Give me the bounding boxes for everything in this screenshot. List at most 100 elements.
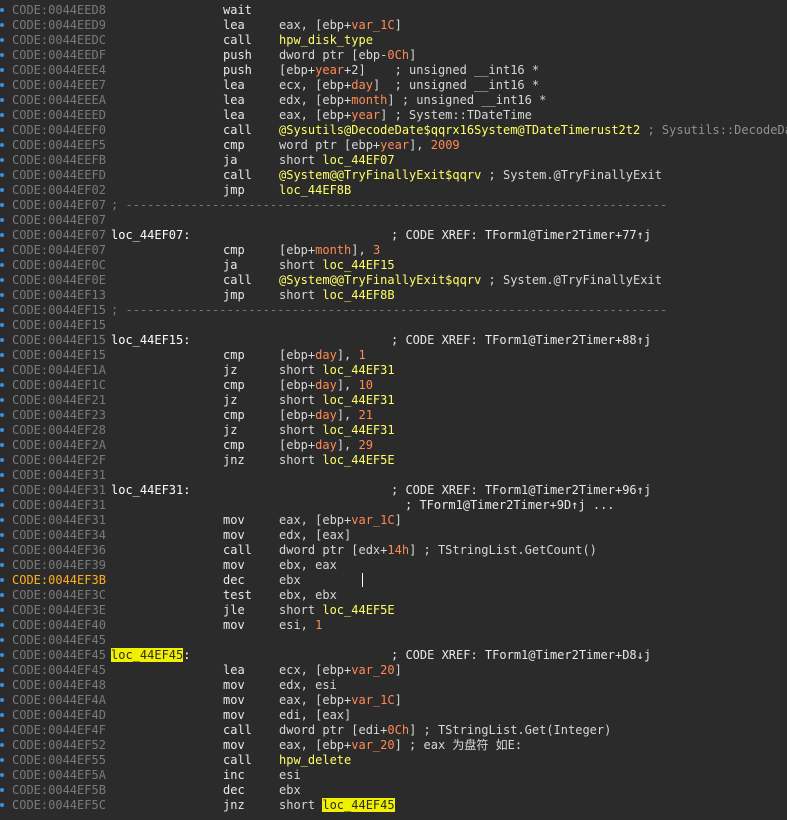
operands[interactable]: [ebp+month], 3	[279, 243, 380, 258]
breakpoint-dot-icon[interactable]	[0, 83, 4, 87]
breakpoint-dot-icon[interactable]	[0, 263, 4, 267]
operands[interactable]: short loc_44EF5E	[279, 603, 395, 618]
code-line[interactable]: CODE:0044EF0E call @System@@TryFinallyExit…	[10, 273, 787, 288]
operands[interactable]: ebx	[279, 783, 301, 798]
operands[interactable]: short loc_44EF07	[279, 153, 395, 168]
code-line[interactable]: CODE:0044EF31 ; TForm1@Timer2Timer+9D↑j .…	[10, 498, 787, 513]
code-line[interactable]: CODE:0044EF3C test ebx, ebx	[10, 588, 787, 603]
breakpoint-dot-icon[interactable]	[0, 548, 4, 552]
breakpoint-dot-icon[interactable]	[0, 563, 4, 567]
code-line[interactable]: CODE:0044EF34 mov edx, [eax]	[10, 528, 787, 543]
code-line[interactable]: CODE:0044EF52 mov eax, [ebp+var_20] ; eax …	[10, 738, 787, 753]
code-line[interactable]: CODE:0044EF0C ja short loc_44EF15	[10, 258, 787, 273]
operands[interactable]: edx, esi	[279, 678, 337, 693]
breakpoint-dot-icon[interactable]	[0, 218, 4, 222]
breakpoint-dot-icon[interactable]	[0, 668, 4, 672]
breakpoint-dot-icon[interactable]	[0, 758, 4, 762]
breakpoint-dot-icon[interactable]	[0, 683, 4, 687]
operands[interactable]: ecx, [ebp+var_20]	[279, 663, 402, 678]
code-line[interactable]: CODE:0044EF2F jnz short loc_44EF5E	[10, 453, 787, 468]
operands[interactable]: [ebp+day], 1	[279, 348, 366, 363]
code-line[interactable]: CODE:0044EF5B dec ebx	[10, 783, 787, 798]
breakpoint-dot-icon[interactable]	[0, 143, 4, 147]
breakpoint-dot-icon[interactable]	[0, 788, 4, 792]
operands[interactable]: short loc_44EF8B	[279, 288, 395, 303]
operands[interactable]: dword ptr [edx+14h] ; TStringList.GetCou…	[279, 543, 597, 558]
operands[interactable]: ebx, eax	[279, 558, 337, 573]
breakpoint-dot-icon[interactable]	[0, 368, 4, 372]
breakpoint-dot-icon[interactable]	[0, 638, 4, 642]
breakpoint-dot-icon[interactable]	[0, 698, 4, 702]
breakpoint-dot-icon[interactable]	[0, 653, 4, 657]
breakpoint-dot-icon[interactable]	[0, 713, 4, 717]
code-line[interactable]: CODE:0044EF07 loc_44EF07: ; CODE XREF: TFo…	[10, 228, 787, 243]
code-line[interactable]: CODE:0044EF31	[10, 468, 787, 483]
code-line[interactable]: CODE:0044EF55 call hpw_delete	[10, 753, 787, 768]
code-line[interactable]: CODE:0044EF4D mov edi, [eax]	[10, 708, 787, 723]
operands[interactable]: hpw_delete	[279, 753, 351, 768]
operands[interactable]: edx, [ebp+month] ; unsigned __int16 *	[279, 93, 546, 108]
code-line[interactable]: CODE:0044EF15	[10, 318, 787, 333]
operands[interactable]: @System@@TryFinallyExit$qqrv ; System.@T…	[279, 168, 662, 183]
breakpoint-dot-icon[interactable]	[0, 248, 4, 252]
code-line[interactable]: CODE:0044EEEA lea edx, [ebp+month] ; unsig…	[10, 93, 787, 108]
code-line[interactable]: CODE:0044EEF5 cmp word ptr [ebp+year], 200…	[10, 138, 787, 153]
breakpoint-dot-icon[interactable]	[0, 293, 4, 297]
operands[interactable]: ebx, ebx	[279, 588, 337, 603]
breakpoint-dot-icon[interactable]	[0, 188, 4, 192]
code-line[interactable]: CODE:0044EF15 loc_44EF15: ; CODE XREF: TFo…	[10, 333, 787, 348]
code-line[interactable]: CODE:0044EF4A mov eax, [ebp+var_1C]	[10, 693, 787, 708]
code-line[interactable]: CODE:0044EF2A cmp [ebp+day], 29	[10, 438, 787, 453]
code-line[interactable]: CODE:0044EF31 loc_44EF31: ; CODE XREF: TFo…	[10, 483, 787, 498]
breakpoint-dot-icon[interactable]	[0, 68, 4, 72]
code-label[interactable]: loc_44EF15:	[111, 333, 190, 348]
code-label[interactable]: loc_44EF07:	[111, 228, 190, 243]
breakpoint-dot-icon[interactable]	[0, 173, 4, 177]
code-line[interactable]: CODE:0044EF07 cmp [ebp+month], 3	[10, 243, 787, 258]
breakpoint-dot-icon[interactable]	[0, 728, 4, 732]
operands[interactable]: word ptr [ebp+year], 2009	[279, 138, 460, 153]
breakpoint-dot-icon[interactable]	[0, 428, 4, 432]
code-line[interactable]: CODE:0044EEE4 push [ebp+year+2] ; unsigned…	[10, 63, 787, 78]
code-line[interactable]: CODE:0044EF15 cmp [ebp+day], 1	[10, 348, 787, 363]
disassembly-listing[interactable]: CODE:0044EED8 wait CODE:0044EED9 lea eax, [e…	[10, 3, 787, 813]
code-line[interactable]: CODE:0044EF3E jle short loc_44EF5E	[10, 603, 787, 618]
breakpoint-dot-icon[interactable]	[0, 443, 4, 447]
operands[interactable]: dword ptr [edi+0Ch] ; TStringList.Get(In…	[279, 723, 611, 738]
breakpoint-dot-icon[interactable]	[0, 203, 4, 207]
code-line[interactable]: CODE:0044EF1A jz short loc_44EF31	[10, 363, 787, 378]
code-line[interactable]: CODE:0044EF13 jmp short loc_44EF8B	[10, 288, 787, 303]
code-line[interactable]: CODE:0044EF07 ; -------------------------…	[10, 198, 787, 213]
operands[interactable]: edx, [eax]	[279, 528, 351, 543]
operands[interactable]: short loc_44EF5E	[279, 453, 395, 468]
code-line[interactable]: CODE:0044EF45	[10, 633, 787, 648]
operands[interactable]: eax, [ebp+var_1C]	[279, 693, 402, 708]
code-line[interactable]: CODE:0044EF5C jnz short loc_44EF45	[10, 798, 787, 813]
code-line[interactable]: CODE:0044EF4F call dword ptr [edi+0Ch] ; T…	[10, 723, 787, 738]
code-line[interactable]: CODE:0044EEFB ja short loc_44EF07	[10, 153, 787, 168]
code-line[interactable]: CODE:0044EF23 cmp [ebp+day], 21	[10, 408, 787, 423]
operands[interactable]: short loc_44EF31	[279, 363, 395, 378]
code-line[interactable]: CODE:0044EEDF push dword ptr [ebp-0Ch]	[10, 48, 787, 63]
operands[interactable]: esi, 1	[279, 618, 322, 633]
operands[interactable]: dword ptr [ebp-0Ch]	[279, 48, 416, 63]
operands[interactable]: eax, [ebp+var_20] ; eax 为盘符 如E:	[279, 738, 522, 753]
code-line[interactable]: CODE:0044EF15 ; -------------------------…	[10, 303, 787, 318]
breakpoint-dot-icon[interactable]	[0, 8, 4, 12]
operands[interactable]: eax, [ebp+var_1C]	[279, 513, 402, 528]
code-line[interactable]: CODE:0044EF45 lea ecx, [ebp+var_20]	[10, 663, 787, 678]
operands[interactable]: short loc_44EF31	[279, 423, 395, 438]
breakpoint-dot-icon[interactable]	[0, 488, 4, 492]
operands[interactable]: short loc_44EF15	[279, 258, 395, 273]
code-line[interactable]: CODE:0044EED8 wait	[10, 3, 787, 18]
code-label[interactable]: loc_44EF31:	[111, 483, 190, 498]
code-line[interactable]: CODE:0044EEF0 call @Sysutils@DecodeDate$qq…	[10, 123, 787, 138]
breakpoint-dot-icon[interactable]	[0, 38, 4, 42]
operands[interactable]: edi, [eax]	[279, 708, 351, 723]
breakpoint-dot-icon[interactable]	[0, 503, 4, 507]
operands[interactable]: eax, [ebp+var_1C]	[279, 18, 402, 33]
code-line[interactable]: CODE:0044EED9 lea eax, [ebp+var_1C]	[10, 18, 787, 33]
breakpoint-dot-icon[interactable]	[0, 623, 4, 627]
operands[interactable]: ebx	[279, 573, 301, 588]
breakpoint-dot-icon[interactable]	[0, 353, 4, 357]
